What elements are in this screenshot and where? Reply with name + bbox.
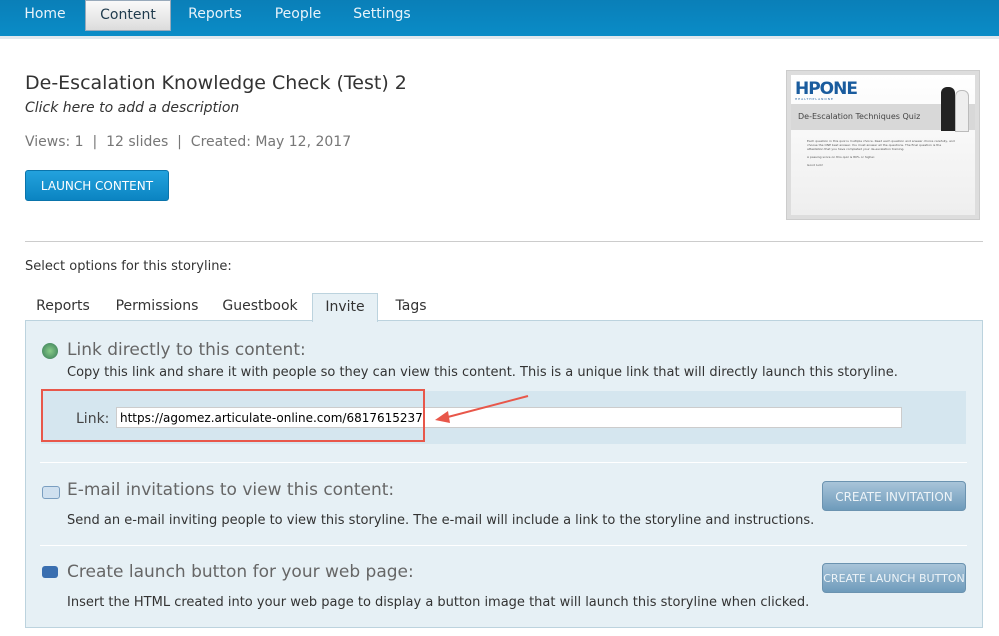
link-section-description: Copy this link and share it with people … [67,365,898,380]
page-title: De-Escalation Knowledge Check (Test) 2 [25,72,407,94]
nav-settings[interactable]: Settings [352,0,412,29]
slides-count: 12 slides [106,134,169,150]
nav-home[interactable]: Home [15,0,75,29]
thumbnail-title: De-Escalation Techniques Quiz [798,112,921,121]
html-button-icon [42,566,58,578]
envelope-icon [42,486,60,499]
thumbnail-logo-sub: HEALTHPLANONE [795,97,834,101]
launch-section-heading: Create launch button for your web page: [67,562,414,582]
divider [25,241,983,242]
tab-invite[interactable]: Invite [312,293,378,322]
launch-section-description: Insert the HTML created into your web pa… [67,595,810,610]
top-nav: Home Content Reports People Settings [0,0,999,39]
invite-panel: Link directly to this content: Copy this… [25,320,983,628]
views-count: Views: 1 [25,134,84,150]
divider [40,462,967,463]
create-invitation-button[interactable]: CREATE INVITATION [822,481,966,511]
email-section-description: Send an e-mail inviting people to view t… [67,513,815,528]
create-launch-button[interactable]: CREATE LAUNCH BUTTON [822,563,966,593]
email-section-heading: E-mail invitations to view this content: [67,480,395,500]
tab-reports[interactable]: Reports [26,293,100,320]
meta-info: Views: 1 | 12 slides | Created: May 12, … [25,134,352,150]
thumbnail-text: Good luck! [807,163,824,167]
description-field[interactable]: Click here to add a description [25,100,239,116]
annotation-arrow [435,395,529,423]
content-thumbnail[interactable]: HPONE HEALTHPLANONE De-Escalation Techni… [786,70,980,220]
thumbnail-person-image [941,87,955,131]
thumbnail-text: Each question in this quiz is multiple c… [807,139,955,151]
launch-content-button[interactable]: LAUNCH CONTENT [25,170,169,201]
options-label: Select options for this storyline: [25,259,232,274]
divider [40,545,967,546]
nav-reports[interactable]: Reports [185,0,245,29]
tab-guestbook[interactable]: Guestbook [214,293,306,320]
tab-permissions[interactable]: Permissions [110,293,204,320]
tab-tags[interactable]: Tags [386,293,436,320]
nav-content[interactable]: Content [85,0,171,31]
link-section-heading: Link directly to this content: [67,340,306,360]
globe-link-icon [42,343,58,359]
thumbnail-logo: HPONE [795,79,858,99]
annotation-highlight-box [41,389,425,442]
thumbnail-text: A passing score on this quiz is 80% or h… [807,155,876,159]
created-date: Created: May 12, 2017 [190,134,352,150]
nav-people[interactable]: People [270,0,326,29]
